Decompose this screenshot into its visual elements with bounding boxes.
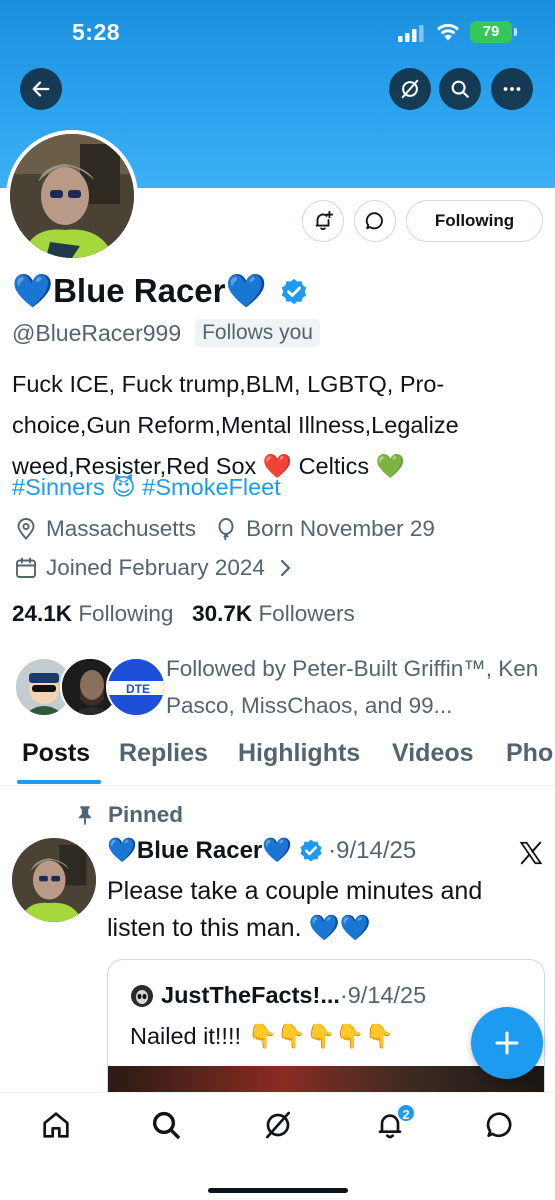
post-avatar-photo bbox=[12, 838, 96, 922]
avatar-photo bbox=[10, 134, 134, 258]
following-count: 24.1K bbox=[12, 601, 73, 626]
pinned-text: Pinned bbox=[108, 802, 184, 827]
handle-row: @BlueRacer999 Follows you bbox=[12, 319, 320, 347]
grok-icon bbox=[401, 79, 419, 99]
bell-plus-icon bbox=[315, 210, 334, 231]
search-icon bbox=[451, 80, 469, 98]
wifi-icon bbox=[437, 23, 459, 41]
followers-count: 30.7K bbox=[192, 601, 253, 626]
birthday-text: Born November 29 bbox=[246, 516, 435, 541]
tab-replies[interactable]: Replies bbox=[119, 739, 208, 768]
search-icon bbox=[152, 1111, 180, 1139]
quote-text: Nailed it!!!! 👇👇👇👇👇 bbox=[130, 1023, 394, 1049]
home-icon bbox=[43, 1112, 69, 1138]
mutual-avatar-3-text: DTE bbox=[126, 682, 150, 696]
chevron-right-icon bbox=[280, 559, 291, 577]
profile-tabs: Posts Replies Highlights Videos Pho bbox=[0, 735, 555, 785]
post-date: ·9/14/25 bbox=[328, 836, 417, 864]
followers-label: Followers bbox=[258, 601, 355, 626]
profile-avatar[interactable] bbox=[6, 130, 138, 262]
location-text: Massachusetts bbox=[46, 516, 197, 541]
bio-hashtags[interactable]: #Sinners 😈 #SmokeFleet bbox=[12, 473, 281, 501]
handle: @BlueRacer999 bbox=[12, 319, 182, 346]
more-button[interactable] bbox=[491, 68, 533, 110]
follows-you-badge: Follows you bbox=[195, 319, 320, 347]
quote-header: JustTheFacts!... ·9/14/25 bbox=[130, 982, 426, 1009]
plus-icon bbox=[495, 1031, 519, 1055]
birthday: Born November 29 bbox=[214, 516, 435, 542]
verified-badge-icon bbox=[300, 839, 322, 862]
notification-badge: 2 bbox=[396, 1103, 416, 1123]
nav-messages[interactable] bbox=[484, 1109, 516, 1141]
balloon-icon bbox=[218, 518, 234, 541]
notify-button[interactable] bbox=[302, 200, 344, 242]
pin-icon bbox=[79, 806, 91, 826]
followed-by-text[interactable]: Followed by Peter-Built Griffin™, Ken Pa… bbox=[166, 650, 546, 724]
nav-search[interactable] bbox=[150, 1109, 182, 1141]
home-indicator bbox=[208, 1188, 348, 1193]
mutual-avatar-3: DTE bbox=[106, 657, 166, 717]
back-button[interactable] bbox=[20, 68, 62, 110]
tab-highlights[interactable]: Highlights bbox=[238, 739, 360, 768]
pinned-label: Pinned bbox=[74, 802, 183, 828]
following-link[interactable]: 24.1K Following bbox=[12, 601, 173, 626]
message-icon bbox=[365, 212, 383, 230]
following-label: Following bbox=[78, 601, 174, 626]
post-author-avatar[interactable] bbox=[12, 838, 96, 922]
grok-icon bbox=[266, 1111, 290, 1139]
compose-button[interactable] bbox=[471, 1007, 543, 1079]
tab-photos[interactable]: Pho bbox=[506, 739, 553, 768]
joined-row[interactable]: Joined February 2024 bbox=[14, 555, 305, 581]
search-button[interactable] bbox=[439, 68, 481, 110]
cellular-signal-icon bbox=[398, 25, 424, 42]
divider bbox=[0, 785, 555, 786]
battery-indicator: 79 bbox=[470, 21, 512, 43]
arrow-left-icon bbox=[32, 81, 50, 97]
quote-date: ·9/14/25 bbox=[339, 982, 427, 1008]
grok-button[interactable] bbox=[389, 68, 431, 110]
followers-link[interactable]: 30.7K Followers bbox=[192, 601, 355, 626]
mutual-avatar-3-image: DTE bbox=[108, 659, 164, 715]
post-author-name[interactable]: 💙Blue Racer💙 bbox=[107, 836, 292, 865]
quote-author-name: JustTheFacts!... bbox=[161, 982, 340, 1008]
status-bar: 5:28 79 bbox=[0, 0, 555, 60]
joined-text: Joined February 2024 bbox=[46, 555, 265, 580]
nav-home[interactable] bbox=[40, 1109, 72, 1141]
mutual-followers-avatars[interactable]: DTE bbox=[14, 657, 166, 719]
messages-icon bbox=[486, 1112, 512, 1137]
message-button[interactable] bbox=[354, 200, 396, 242]
bio: Fuck ICE, Fuck trump,BLM, LGBTQ, Pro-cho… bbox=[12, 371, 459, 479]
location-pin-icon bbox=[17, 518, 35, 540]
post-text: Please take a couple minutes and listen … bbox=[107, 877, 483, 942]
tab-videos[interactable]: Videos bbox=[392, 739, 474, 768]
post-header: 💙Blue Racer💙 ·9/14/25 bbox=[107, 836, 416, 865]
following-button[interactable]: Following bbox=[406, 200, 543, 242]
more-icon bbox=[503, 87, 521, 91]
battery-tip bbox=[514, 28, 517, 36]
alien-avatar-icon bbox=[131, 984, 153, 1007]
calendar-icon bbox=[16, 557, 36, 578]
verified-badge-icon[interactable] bbox=[279, 277, 309, 307]
follow-counts: 24.1K Following 30.7K Followers bbox=[12, 601, 355, 627]
x-logo-icon[interactable] bbox=[518, 840, 544, 866]
profile-meta-row: Massachusetts Born November 29 bbox=[14, 516, 453, 542]
tab-posts[interactable]: Posts bbox=[22, 739, 90, 768]
bottom-nav: 2 bbox=[0, 1092, 555, 1200]
display-name: 💙Blue Racer💙 bbox=[12, 272, 309, 311]
location: Massachusetts bbox=[14, 516, 196, 542]
nav-grok[interactable] bbox=[262, 1109, 294, 1141]
active-tab-indicator bbox=[17, 780, 101, 784]
status-time: 5:28 bbox=[72, 19, 121, 45]
display-name-text: 💙Blue Racer💙 bbox=[12, 272, 267, 309]
